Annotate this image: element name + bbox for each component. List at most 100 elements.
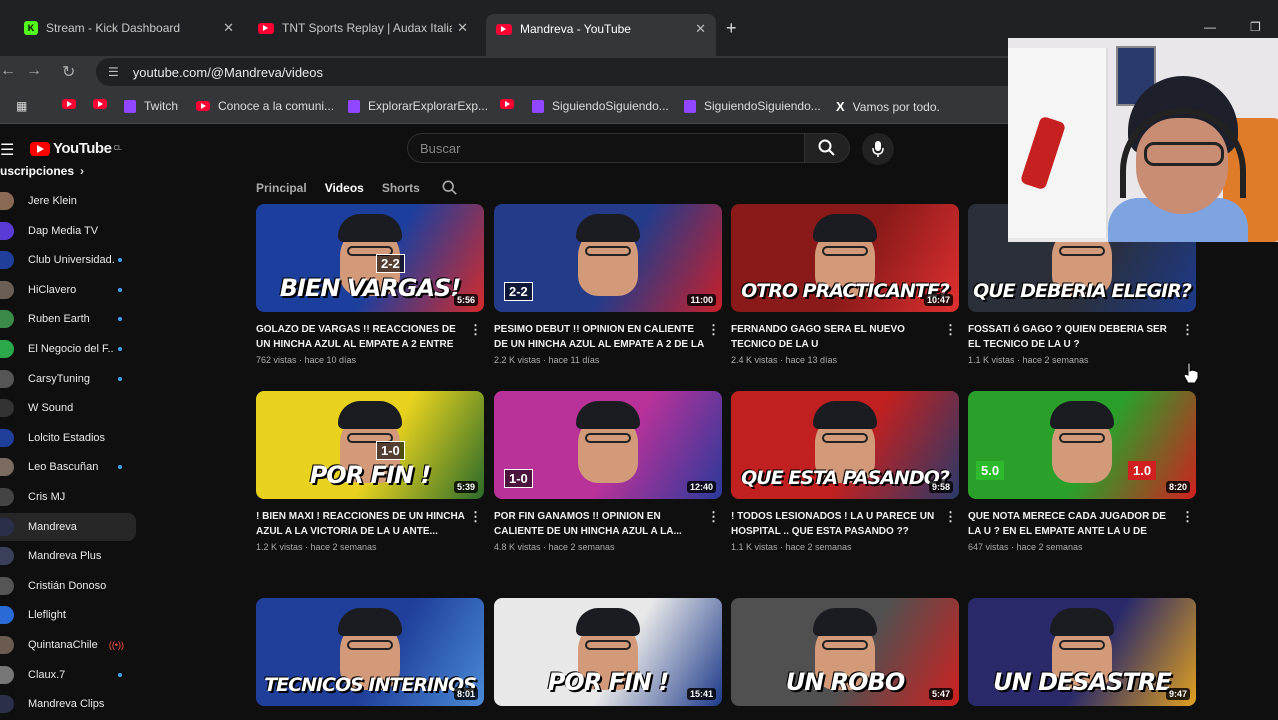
video-card[interactable]: POR FIN ! 15:41 xyxy=(494,598,722,706)
person-hair xyxy=(576,214,640,242)
video-card[interactable]: 2-2 11:00 PESIMO DEBUT !! OPINION EN CALIE… xyxy=(494,204,722,365)
youtube-icon xyxy=(62,99,76,109)
video-title[interactable]: POR FIN GANAMOS !! OPINION EN CALIENTE D… xyxy=(494,509,706,539)
sidebar-subscription-item[interactable]: Ruben Earth xyxy=(0,305,136,333)
sidebar-subscription-item[interactable]: Club Universidad... xyxy=(0,246,136,274)
menu-icon[interactable]: ☰ xyxy=(0,140,14,160)
video-card[interactable]: 5.0 1.0 8:20 QUE NOTA MERECE CADA JUGADOR D… xyxy=(968,391,1196,552)
video-thumbnail[interactable]: TECNICOS INTERINOS 8:01 xyxy=(256,598,484,706)
search-input[interactable]: Buscar xyxy=(407,133,805,163)
video-card[interactable]: 1-0 12:40 POR FIN GANAMOS !! OPINION EN CA… xyxy=(494,391,722,552)
video-title[interactable]: ! BIEN MAXI ! REACCIONES DE UN HINCHA AZ… xyxy=(256,509,468,539)
sidebar-subscription-item[interactable]: QuintanaChile ((•)) xyxy=(0,631,136,659)
video-card[interactable]: 1-0 POR FIN ! 5:39 ! BIEN MAXI ! REACCIONES… xyxy=(256,391,484,552)
video-thumbnail[interactable]: UN DESASTRE 9:47 xyxy=(968,598,1196,706)
video-title[interactable]: GOLAZO DE VARGAS !! REACCIONES DE UN HIN… xyxy=(256,322,468,352)
video-title[interactable]: FERNANDO GAGO SERA EL NUEVO TECNICO DE L… xyxy=(731,322,943,352)
video-card[interactable]: TECNICOS INTERINOS 8:01 xyxy=(256,598,484,706)
sidebar-subscription-item[interactable]: Jere Klein xyxy=(0,187,136,215)
restore-icon[interactable]: ❐ xyxy=(1250,20,1261,34)
more-options-icon[interactable]: ⋮ xyxy=(944,509,957,525)
close-icon[interactable]: ✕ xyxy=(457,20,468,36)
bookmark-conoce[interactable]: Conoce a la comuni... xyxy=(196,99,334,113)
video-thumbnail[interactable]: 1-0 12:40 xyxy=(494,391,722,499)
sidebar-subscription-item[interactable]: Mandreva Clips xyxy=(0,690,136,718)
video-card[interactable]: QUE ESTA PASANDO? 9:58 ! TODOS LESIONADOS … xyxy=(731,391,959,552)
new-tab-button[interactable]: + xyxy=(726,18,737,39)
more-options-icon[interactable]: ⋮ xyxy=(944,322,957,338)
sidebar-subscription-item[interactable]: CarsyTuning xyxy=(0,365,136,393)
tab-mandreva-youtube[interactable]: Mandreva - YouTube ✕ xyxy=(486,14,716,56)
youtube-icon xyxy=(196,101,210,111)
video-title[interactable]: QUE NOTA MERECE CADA JUGADOR DE LA U ? E… xyxy=(968,509,1180,539)
video-duration: 9:47 xyxy=(1165,688,1190,700)
close-icon[interactable]: ✕ xyxy=(695,21,706,37)
more-options-icon[interactable]: ⋮ xyxy=(707,322,720,338)
bookmark-explorar[interactable]: ExplorarExplorarExp... xyxy=(348,99,488,113)
video-thumbnail[interactable]: 2-2 11:00 xyxy=(494,204,722,312)
more-options-icon[interactable]: ⋮ xyxy=(1181,322,1194,338)
url-text: youtube.com/@Mandreva/videos xyxy=(132,64,324,80)
site-info-icon[interactable]: ☰ xyxy=(108,65,119,79)
more-options-icon[interactable]: ⋮ xyxy=(469,322,482,338)
tab-videos[interactable]: Videos xyxy=(325,181,364,195)
more-options-icon[interactable]: ⋮ xyxy=(469,509,482,525)
video-thumbnail[interactable]: UN ROBO 5:47 xyxy=(731,598,959,706)
video-title[interactable]: PESIMO DEBUT !! OPINION EN CALIENTE DE U… xyxy=(494,322,706,352)
sidebar-subscription-item[interactable]: Cristián Donoso xyxy=(0,572,136,600)
person-glasses xyxy=(1059,246,1105,256)
video-card[interactable]: 2-2 BIEN VARGAS! 5:56 GOLAZO DE VARGAS !! R… xyxy=(256,204,484,365)
sidebar-subscription-item[interactable]: Cris MJ xyxy=(0,483,136,511)
video-title[interactable]: ! TODOS LESIONADOS ! LA U PARECE UN HOSP… xyxy=(731,509,943,539)
bookmark-siguiendo-1[interactable]: SiguiendoSiguiendo... xyxy=(532,99,669,113)
close-icon[interactable]: ✕ xyxy=(223,20,234,36)
more-options-icon[interactable]: ⋮ xyxy=(707,509,720,525)
bookmark-item[interactable] xyxy=(62,99,84,109)
video-thumbnail[interactable]: 2-2 BIEN VARGAS! 5:56 xyxy=(256,204,484,312)
bookmark-item[interactable] xyxy=(500,99,522,109)
subscriptions-heading[interactable]: Suscripciones › xyxy=(0,164,84,178)
sidebar-subscription-item[interactable]: Leo Bascuñan xyxy=(0,453,136,481)
sidebar-subscription-item[interactable]: Dap Media TV xyxy=(0,217,136,245)
search-button[interactable] xyxy=(804,133,850,163)
youtube-logo[interactable]: YouTube CL xyxy=(30,140,122,157)
tab-shorts[interactable]: Shorts xyxy=(382,181,420,195)
tab-kick-dashboard[interactable]: K Stream - Kick Dashboard ✕ xyxy=(14,14,244,42)
sidebar-subscription-item[interactable]: HiClavero xyxy=(0,276,136,304)
bookmark-item[interactable] xyxy=(93,99,115,109)
video-thumbnail[interactable]: 1-0 POR FIN ! 5:39 xyxy=(256,391,484,499)
video-thumbnail[interactable]: POR FIN ! 15:41 xyxy=(494,598,722,706)
sidebar-subscription-item[interactable]: Lleflight xyxy=(0,601,136,629)
video-thumbnail[interactable]: 5.0 1.0 8:20 xyxy=(968,391,1196,499)
back-icon[interactable]: ← xyxy=(0,62,16,80)
sidebar-subscription-item[interactable]: Claux.7 xyxy=(0,661,136,689)
sidebar-subscription-item[interactable]: El Negocio del F... xyxy=(0,335,136,363)
reload-icon[interactable]: ↻ xyxy=(62,62,75,82)
tab-tnt-sports[interactable]: TNT Sports Replay | Audax Italia ✕ xyxy=(248,14,478,42)
video-card[interactable]: UN ROBO 5:47 xyxy=(731,598,959,706)
video-card[interactable]: OTRO PRACTICANTE? 10:47 FERNANDO GAGO SERA… xyxy=(731,204,959,365)
sidebar-subscription-item[interactable]: Mandreva xyxy=(0,512,136,541)
minimize-icon[interactable]: — xyxy=(1204,20,1216,34)
tab-principal[interactable]: Principal xyxy=(256,181,307,195)
video-metadata: 1.1 K vistas · hace 2 semanas xyxy=(731,542,852,552)
bookmark-x[interactable]: X Vamos por todo. xyxy=(836,99,940,114)
more-options-icon[interactable]: ⋮ xyxy=(1181,509,1194,525)
bookmark-twitch[interactable]: Twitch xyxy=(124,99,178,113)
person-hair xyxy=(576,608,640,636)
video-thumbnail[interactable]: OTRO PRACTICANTE? 10:47 xyxy=(731,204,959,312)
person-glasses xyxy=(1059,433,1105,443)
sidebar-subscription-item[interactable]: Mandreva Plus xyxy=(0,542,136,570)
apps-icon[interactable]: ▦ xyxy=(16,99,27,113)
voice-search-button[interactable] xyxy=(862,133,894,165)
forward-icon[interactable]: → xyxy=(26,62,42,80)
video-card[interactable]: UN DESASTRE 9:47 xyxy=(968,598,1196,706)
bookmark-siguiendo-2[interactable]: SiguiendoSiguiendo... xyxy=(684,99,821,113)
video-thumbnail[interactable]: QUE ESTA PASANDO? 9:58 xyxy=(731,391,959,499)
video-metadata: 762 vistas · hace 10 días xyxy=(256,355,357,365)
sidebar-subscription-item[interactable]: Lolcito Estadios xyxy=(0,424,136,452)
live-icon: ((•)) xyxy=(108,640,124,650)
video-title[interactable]: FOSSATI ó GAGO ? QUIEN DEBERIA SER EL TE… xyxy=(968,322,1180,352)
channel-search-icon[interactable] xyxy=(442,180,458,196)
sidebar-subscription-item[interactable]: W Sound xyxy=(0,394,136,422)
